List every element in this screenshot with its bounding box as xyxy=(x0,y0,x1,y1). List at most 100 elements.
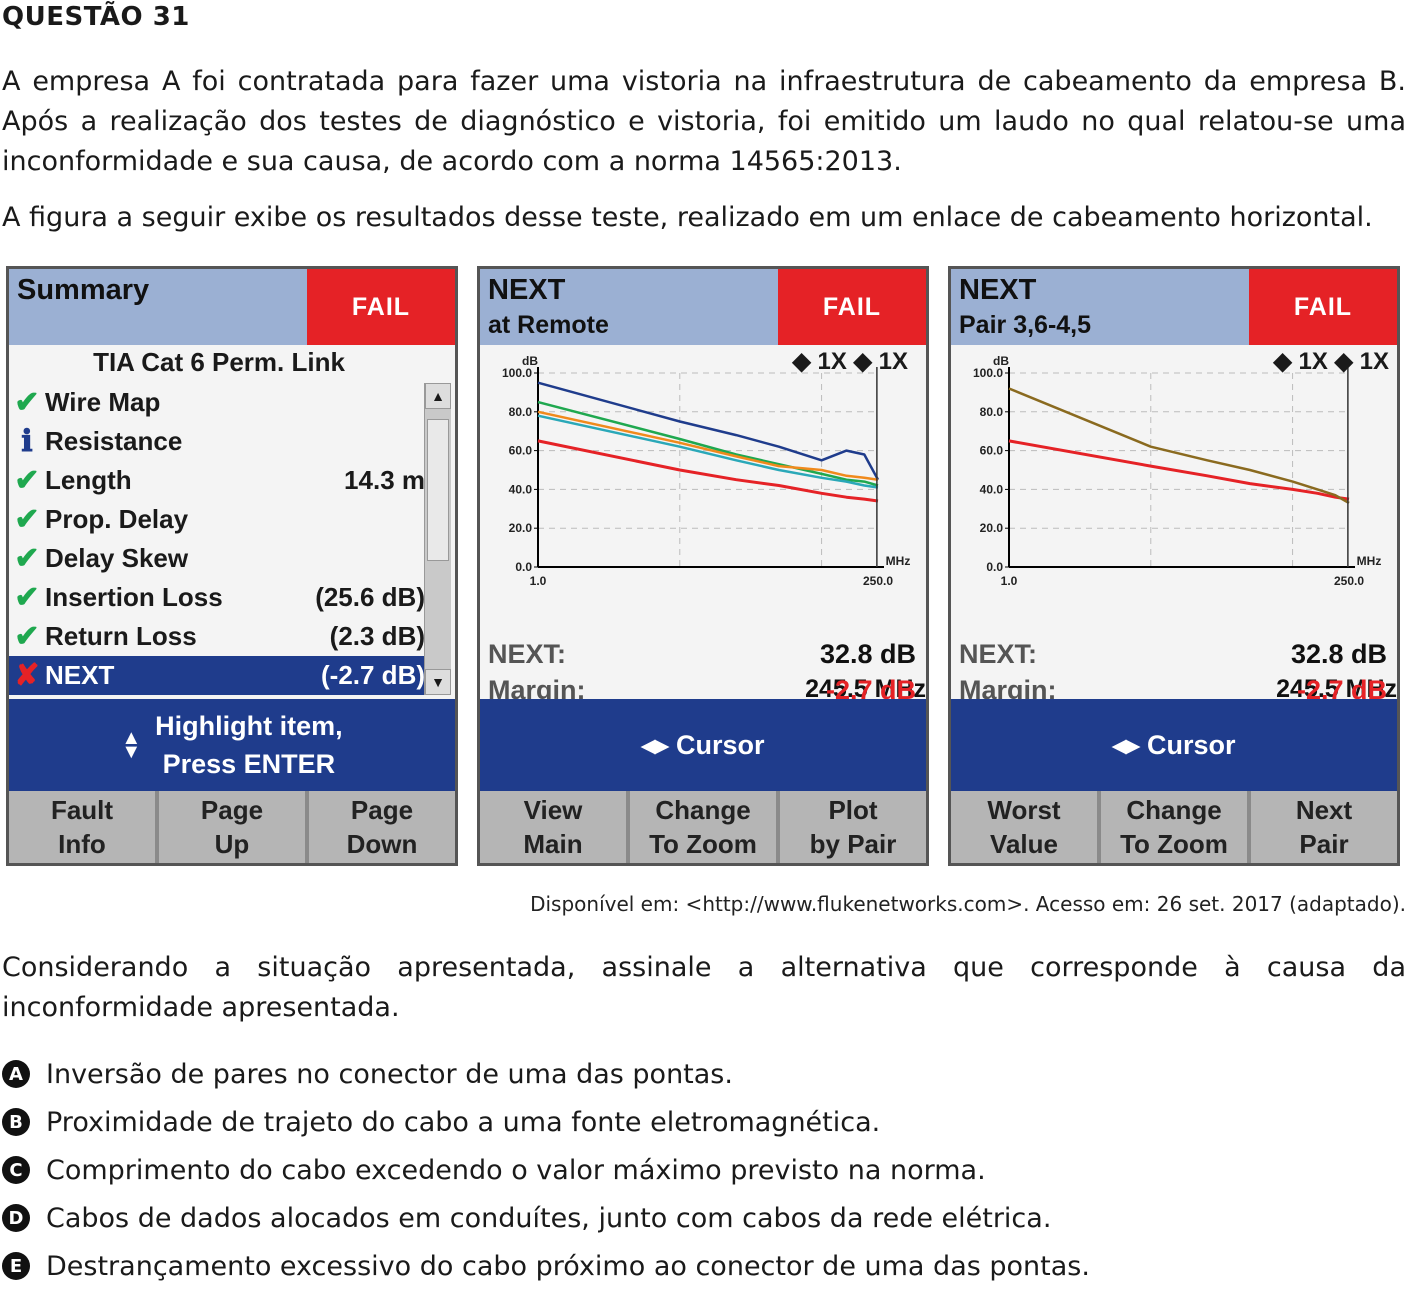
y-tick-label: 20.0 xyxy=(509,521,533,535)
next-pair-button[interactable]: Next Pair xyxy=(1251,791,1397,863)
option-text: Destrançamento excessivo do cabo próximo… xyxy=(46,1250,1090,1282)
fail-badge: FAIL xyxy=(307,269,455,345)
y-axis-unit: dB xyxy=(993,354,1009,368)
option-text: Cabos de dados alocados em conduítes, ju… xyxy=(46,1202,1052,1234)
cursor-bar: ◂▸ Cursor xyxy=(951,699,1397,791)
pass-check-icon: ✔ xyxy=(14,581,40,614)
y-axis-unit: dB xyxy=(522,354,538,368)
view-main-button[interactable]: View Main xyxy=(480,791,626,863)
scroll-down-icon[interactable]: ▼ xyxy=(425,669,451,695)
test-value: (2.3 dB) xyxy=(329,621,425,651)
test-name: Delay Skew xyxy=(45,543,189,573)
worst-value-button[interactable]: Worst Value xyxy=(951,791,1097,863)
fail-badge: FAIL xyxy=(778,269,926,345)
question-title: QUESTÃO 31 xyxy=(2,2,190,32)
series-line xyxy=(1008,439,1350,501)
test-result-row[interactable]: ✔ Delay Skew xyxy=(9,539,429,578)
y-tick-label: 20.0 xyxy=(980,521,1004,535)
updown-arrows-icon: ▲ ▼ xyxy=(121,727,142,763)
pass-check-icon: ✔ xyxy=(14,542,40,575)
test-name: Wire Map xyxy=(45,387,161,417)
screen-header: NEXT at Remote FAIL xyxy=(480,269,926,345)
y-tick-label: 100.0 xyxy=(502,366,532,380)
option-letter-badge: E xyxy=(2,1252,30,1280)
page-down-button[interactable]: Page Down xyxy=(309,791,455,863)
test-value: (-2.7 dB) xyxy=(321,660,425,690)
instruction-bar: ▲ ▼ Highlight item, Press ENTER xyxy=(9,699,455,791)
softkey-bar: View Main Change To Zoom Plot by Pair xyxy=(480,791,926,863)
change-to-zoom-button[interactable]: Change To Zoom xyxy=(1101,791,1247,863)
x-tick-label: 1.0 xyxy=(1001,574,1018,588)
cursor-bar: ◂▸ Cursor xyxy=(480,699,926,791)
test-result-list: ✔ Wire Map ℹ Resistance ✔ Length 14.3 m ✔ Prop. … xyxy=(9,383,429,695)
cable-standard-title: TIA Cat 6 Perm. Link xyxy=(93,347,345,377)
test-result-row[interactable]: ℹ Resistance xyxy=(9,422,429,461)
test-result-row[interactable]: ✔ Prop. Delay xyxy=(9,500,429,539)
option-letter-badge: D xyxy=(2,1204,30,1232)
plot-area: 0.0 20.0 40.0 60.0 80.0 100.0 dB MHz 1.0 250.0 ◆ … xyxy=(480,345,926,705)
answer-option[interactable]: B Proximidade de trajeto do cabo a uma fo… xyxy=(2,1098,1406,1146)
pass-check-icon: ✔ xyxy=(14,620,40,653)
question-paragraph-1: A empresa A foi contratada para fazer um… xyxy=(2,66,1406,177)
option-letter-badge: A xyxy=(2,1060,30,1088)
screen-title: NEXT Pair 3,6-4,5 xyxy=(959,274,1092,339)
change-to-zoom-button[interactable]: Change To Zoom xyxy=(630,791,776,863)
info-icon: ℹ xyxy=(21,425,33,458)
y-tick-label: 0.0 xyxy=(986,560,1003,574)
y-tick-label: 100.0 xyxy=(973,366,1003,380)
figure-source-caption: Disponível em: <http://www.flukenetworks… xyxy=(530,892,1406,916)
y-tick-label: 0.0 xyxy=(515,560,532,574)
option-text: Inversão de pares no conector de uma das… xyxy=(46,1058,733,1090)
pass-check-icon: ✔ xyxy=(14,503,40,536)
series-line xyxy=(1008,387,1350,505)
y-tick-label: 80.0 xyxy=(980,405,1004,419)
series-line xyxy=(537,400,879,487)
scroll-thumb[interactable] xyxy=(427,419,449,561)
answer-option[interactable]: C Comprimento do cabo excedendo o valor m… xyxy=(2,1146,1406,1194)
screen-header: Summary FAIL xyxy=(9,269,455,345)
summary-list-area: TIA Cat 6 Perm. Link ✔ Wire Map ℹ Resistanc… xyxy=(9,345,455,699)
answer-option[interactable]: E Destrançamento excessivo do cabo próxim… xyxy=(2,1242,1406,1290)
plot-by-pair-button[interactable]: Plot by Pair xyxy=(780,791,926,863)
fault-info-button[interactable]: Fault Info xyxy=(9,791,155,863)
y-tick-label: 80.0 xyxy=(509,405,533,419)
option-text: Comprimento do cabo excedendo o valor má… xyxy=(46,1154,986,1186)
tester-screen-next-remote: NEXT at Remote FAIL 0.0 20.0 40.0 60.0 80.0 10… xyxy=(477,266,929,866)
option-text: Proximidade de trajeto do cabo a uma fon… xyxy=(46,1106,881,1138)
test-result-row[interactable]: ✔ Wire Map xyxy=(9,383,429,422)
scrollbar[interactable]: ▲ ▼ xyxy=(424,383,451,695)
test-result-row[interactable]: ✔ Insertion Loss (25.6 dB) xyxy=(9,578,429,617)
tester-screen-next-pair: NEXT Pair 3,6-4,5 FAIL 0.0 20.0 40.0 60.0 80.… xyxy=(948,266,1400,866)
marker-readout: ◆ 1X ◆ 1X xyxy=(1273,348,1389,375)
y-tick-label: 60.0 xyxy=(509,444,533,458)
pass-check-icon: ✔ xyxy=(14,386,40,419)
test-result-row[interactable]: ✔ Length 14.3 m xyxy=(9,461,429,500)
prompt-line-1: Highlight item, xyxy=(155,711,343,741)
test-result-row[interactable]: ✘ NEXT (-2.7 dB) xyxy=(9,656,429,695)
plot-area: 0.0 20.0 40.0 60.0 80.0 100.0 dB MHz 1.0 250.0 ◆ … xyxy=(951,345,1397,705)
y-tick-label: 40.0 xyxy=(509,482,533,496)
test-name: Length xyxy=(45,465,132,495)
test-name: Insertion Loss xyxy=(45,582,223,612)
test-name: Prop. Delay xyxy=(45,504,189,534)
answer-option[interactable]: D Cabos de dados alocados em conduítes, j… xyxy=(2,1194,1406,1242)
prompt-line-2: Press ENTER xyxy=(162,749,336,779)
test-name: Resistance xyxy=(45,426,183,456)
softkey-bar: Worst Value Change To Zoom Next Pair xyxy=(951,791,1397,863)
screen-title: Summary xyxy=(17,274,150,306)
x-axis-unit: MHz xyxy=(886,554,911,568)
answer-options: A Inversão de pares no conector de uma da… xyxy=(2,1050,1406,1290)
scroll-up-icon[interactable]: ▲ xyxy=(425,383,451,409)
y-tick-label: 40.0 xyxy=(980,482,1004,496)
page-up-button[interactable]: Page Up xyxy=(159,791,305,863)
x-tick-label: 250.0 xyxy=(1334,574,1364,588)
screen-header: NEXT Pair 3,6-4,5 FAIL xyxy=(951,269,1397,345)
series-line xyxy=(537,381,880,481)
test-result-row[interactable]: ✔ Return Loss (2.3 dB) xyxy=(9,617,429,656)
option-letter-badge: C xyxy=(2,1156,30,1184)
option-letter-badge: B xyxy=(2,1108,30,1136)
x-tick-label: 250.0 xyxy=(863,574,893,588)
answer-option[interactable]: A Inversão de pares no conector de uma da… xyxy=(2,1050,1406,1098)
test-value: (25.6 dB) xyxy=(315,582,425,612)
test-name: Return Loss xyxy=(45,621,197,651)
